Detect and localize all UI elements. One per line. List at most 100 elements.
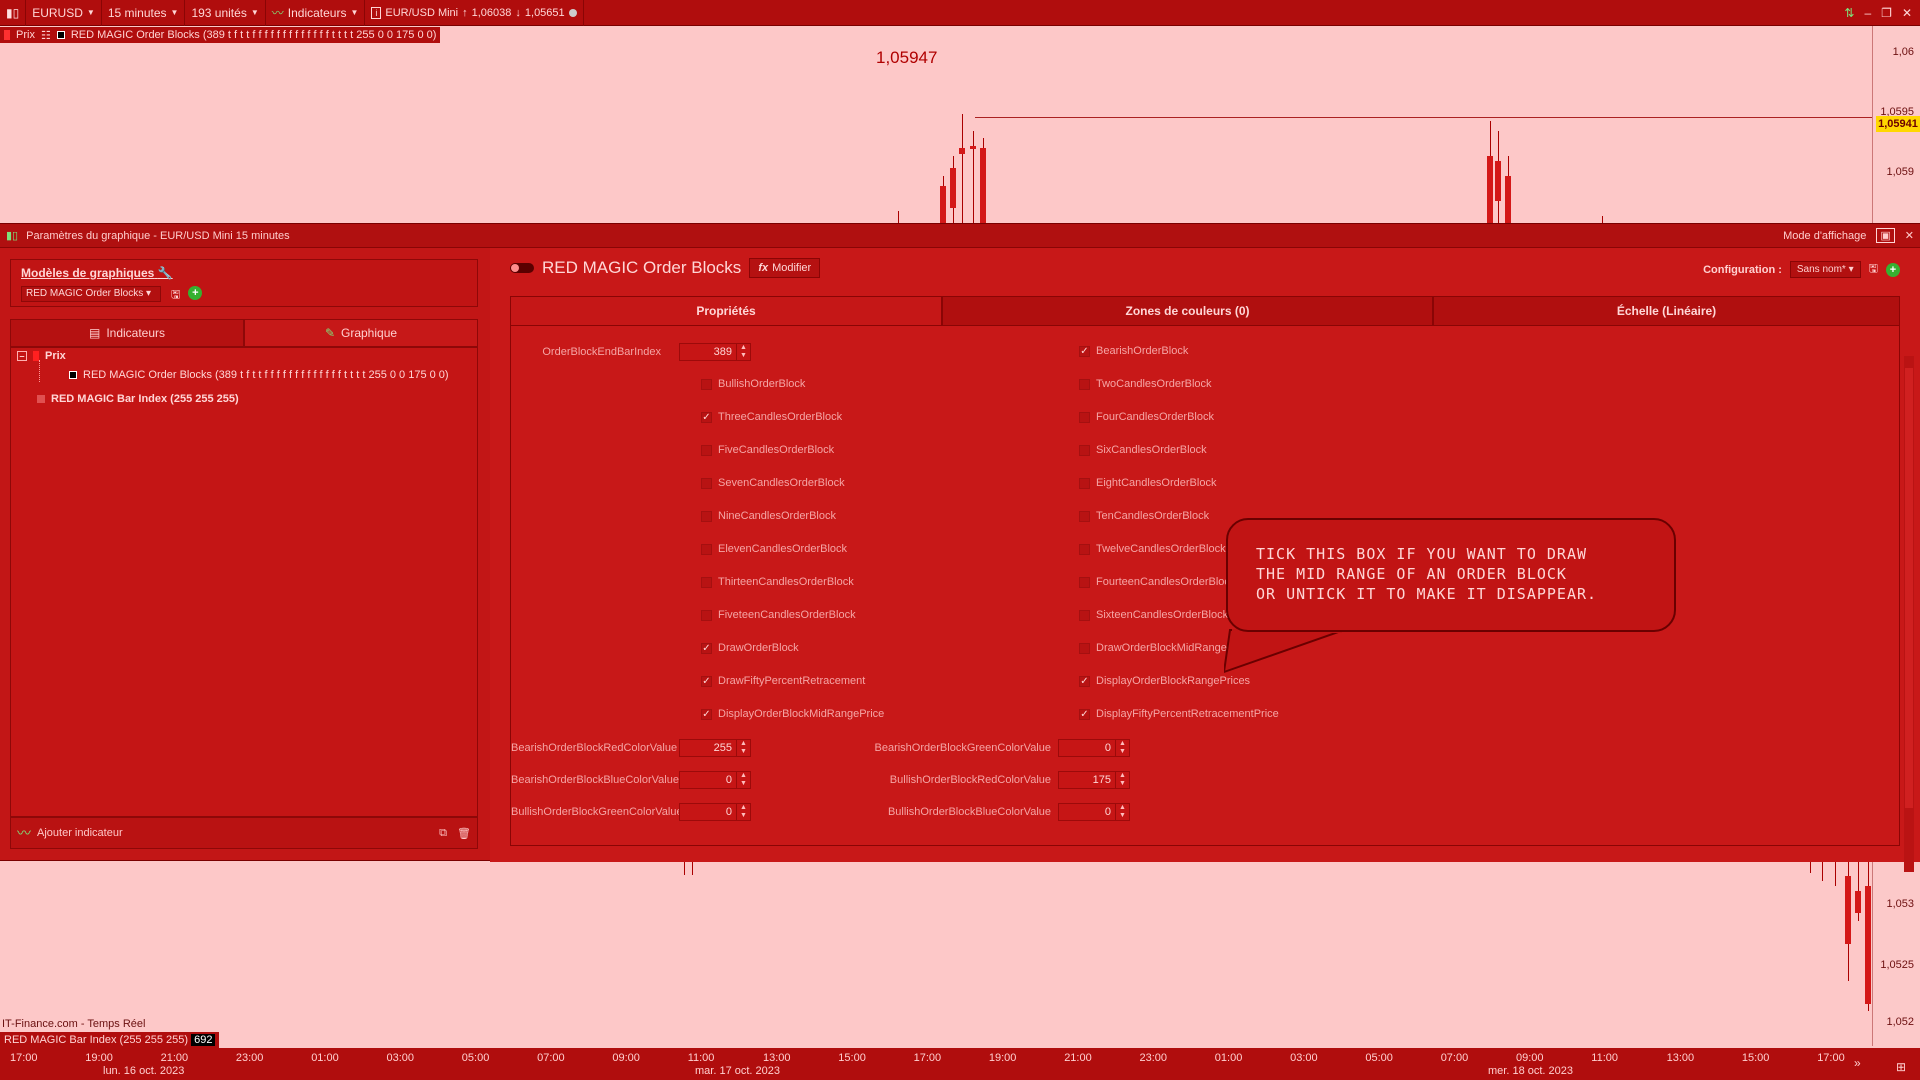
indicator-chart-icon: 〰 [271, 6, 284, 20]
tab-properties[interactable]: Propriétés [510, 296, 942, 326]
property-checkbox[interactable] [1079, 577, 1090, 588]
add-indicator-icon[interactable]: 〰 [17, 823, 31, 843]
property-checkbox-label: TwoCandlesOrderBlock [1096, 378, 1212, 390]
symbol-selector[interactable]: EURUSD ▼ [26, 0, 102, 26]
properties-scrollbar[interactable] [1904, 356, 1914, 872]
x-tick: 09:00 [1516, 1052, 1544, 1064]
indicators-button[interactable]: 〰 Indicateurs ▼ [266, 0, 366, 26]
chart-type-button[interactable]: ▮▯ [0, 0, 27, 26]
spinner-icon[interactable]: ▲ ▼ [736, 804, 750, 820]
color-value-input[interactable]: 255 ▲ ▼ [679, 739, 751, 757]
copy-icon[interactable]: ⧉ [439, 827, 447, 840]
spinner-icon[interactable]: ▲ ▼ [736, 344, 750, 360]
chart-models-link[interactable]: Modèles de graphiques 🔧 [21, 266, 173, 280]
order-block-end-bar-index-input[interactable]: 389 ▲ ▼ [679, 343, 751, 361]
x-date: mar. 17 oct. 2023 [695, 1065, 780, 1077]
property-checkbox[interactable]: ✓ [1079, 346, 1090, 357]
property-checkbox[interactable] [1079, 379, 1090, 390]
zoom-icon[interactable]: ⊞ [1896, 1060, 1906, 1074]
property-checkbox[interactable]: ✓ [701, 643, 712, 654]
property-checkbox[interactable] [701, 445, 712, 456]
data-source-label: IT-Finance.com - Temps Réel [2, 1018, 146, 1030]
property-checkbox[interactable] [701, 379, 712, 390]
indicator-toggle[interactable] [510, 263, 534, 273]
property-checkbox[interactable] [1079, 544, 1090, 555]
x-date: lun. 16 oct. 2023 [103, 1065, 185, 1077]
tab-indicators[interactable]: ▤ Indicateurs [10, 319, 244, 347]
restore-icon[interactable]: ❐ [1881, 6, 1892, 20]
chart-model-select[interactable]: RED MAGIC Order Blocks ▾ [21, 286, 161, 302]
price-color-icon [4, 30, 10, 40]
color-value-input[interactable]: 0 ▲ ▼ [679, 771, 751, 789]
x-tick: 05:00 [1365, 1052, 1393, 1064]
units-selector[interactable]: 193 unités ▼ [185, 0, 266, 26]
close-icon[interactable]: ✕ [1905, 229, 1914, 242]
save-icon[interactable]: 🖫 [171, 286, 180, 305]
callout-line: OR UNTICK IT TO MAKE IT DISAPPEAR. [1256, 585, 1598, 603]
tab-color-zones[interactable]: Zones de couleurs (0) [942, 296, 1433, 326]
chevron-down-icon: ▼ [170, 8, 179, 17]
trash-icon[interactable]: 🗑 [457, 827, 471, 840]
property-checkbox[interactable]: ✓ [1079, 709, 1090, 720]
x-tick: 17:00 [913, 1052, 942, 1064]
property-checkbox[interactable] [701, 610, 712, 621]
price-color-icon [33, 351, 39, 361]
minimize-icon[interactable]: – [1864, 6, 1871, 20]
chart-legend[interactable]: Prix ☷ RED MAGIC Order Blocks (389 t f t… [0, 27, 441, 43]
time-axis[interactable]: » ⊞ 17:00 19:00 21:00 23:00 01:00 03:00 05:00 0… [0, 1048, 1920, 1080]
display-mode-icon[interactable]: ▣ [1876, 228, 1895, 243]
property-checkbox[interactable]: ✓ [701, 412, 712, 423]
spinner-icon[interactable]: ▲ ▼ [1115, 772, 1129, 788]
timeframe-selector[interactable]: 15 minutes ▼ [102, 0, 186, 26]
property-checkbox[interactable] [701, 577, 712, 588]
add-icon[interactable]: + [188, 286, 203, 300]
tree-item-price[interactable]: – Prix [17, 350, 66, 362]
color-value-input[interactable]: 175 ▲ ▼ [1058, 771, 1130, 789]
property-checkbox[interactable]: ✓ [701, 676, 712, 687]
timeframe-label: 15 minutes [107, 5, 167, 20]
tree-item-bar-index[interactable]: RED MAGIC Bar Index (255 255 255) [37, 393, 239, 405]
config-select[interactable]: Sans nom* ▾ [1789, 261, 1861, 278]
property-checkbox[interactable] [1079, 445, 1090, 456]
save-icon[interactable]: 🖫 [1869, 260, 1878, 279]
tab-indicators-label: Indicateurs [106, 326, 166, 340]
color-value-input[interactable]: 0 ▲ ▼ [1058, 803, 1130, 821]
tree-item-order-blocks[interactable]: RED MAGIC Order Blocks (389 t f t t f f … [69, 369, 449, 381]
scrollbar-thumb[interactable] [1905, 368, 1913, 808]
x-tick: 13:00 [1666, 1052, 1695, 1064]
tree-connector [39, 360, 40, 382]
x-tick: 03:00 [386, 1052, 415, 1064]
tab-scale[interactable]: Échelle (Linéaire) [1433, 296, 1900, 326]
sync-icon[interactable]: ⇅ [1844, 6, 1854, 20]
color-value-input[interactable]: 0 ▲ ▼ [1058, 739, 1130, 757]
x-tick: 11:00 [1591, 1052, 1619, 1064]
property-checkbox[interactable] [701, 478, 712, 489]
property-checkbox[interactable] [1079, 610, 1090, 621]
spinner-icon[interactable]: ▲ ▼ [1115, 804, 1129, 820]
tab-chart[interactable]: ✎ Graphique [244, 319, 478, 347]
color-value-input[interactable]: 0 ▲ ▼ [679, 803, 751, 821]
add-indicator-button[interactable]: Ajouter indicateur [37, 827, 123, 839]
property-checkbox[interactable] [1079, 478, 1090, 489]
scroll-right-icon[interactable]: » [1854, 1056, 1861, 1070]
property-checkbox[interactable] [701, 511, 712, 522]
property-checkbox[interactable]: ✓ [701, 709, 712, 720]
bar-index-legend[interactable]: RED MAGIC Bar Index (255 255 255) 692 [0, 1032, 220, 1048]
spinner-icon[interactable]: ▲ ▼ [736, 772, 750, 788]
property-checkbox[interactable] [701, 544, 712, 555]
property-checkbox[interactable]: ✓ [1079, 676, 1090, 687]
collapse-icon[interactable]: – [17, 351, 27, 361]
x-tick: 21:00 [1064, 1052, 1092, 1064]
property-checkbox[interactable] [1079, 412, 1090, 423]
modify-button[interactable]: fx Modifier [749, 258, 821, 278]
property-checkbox-label: FiveteenCandlesOrderBlock [718, 609, 856, 621]
spinner-icon[interactable]: ▲ ▼ [736, 740, 750, 756]
property-checkbox[interactable] [1079, 511, 1090, 522]
add-icon[interactable]: + [1886, 262, 1900, 277]
property-checkbox[interactable] [1079, 643, 1090, 654]
spinner-icon[interactable]: ▲ ▼ [1115, 740, 1129, 756]
x-tick: 13:00 [763, 1052, 791, 1064]
y-tick: 1,052 [1886, 1016, 1914, 1028]
close-icon[interactable]: ✕ [1902, 6, 1912, 20]
indicator-tree: – Prix RED MAGIC Order Blocks (389 t f t… [10, 347, 478, 817]
